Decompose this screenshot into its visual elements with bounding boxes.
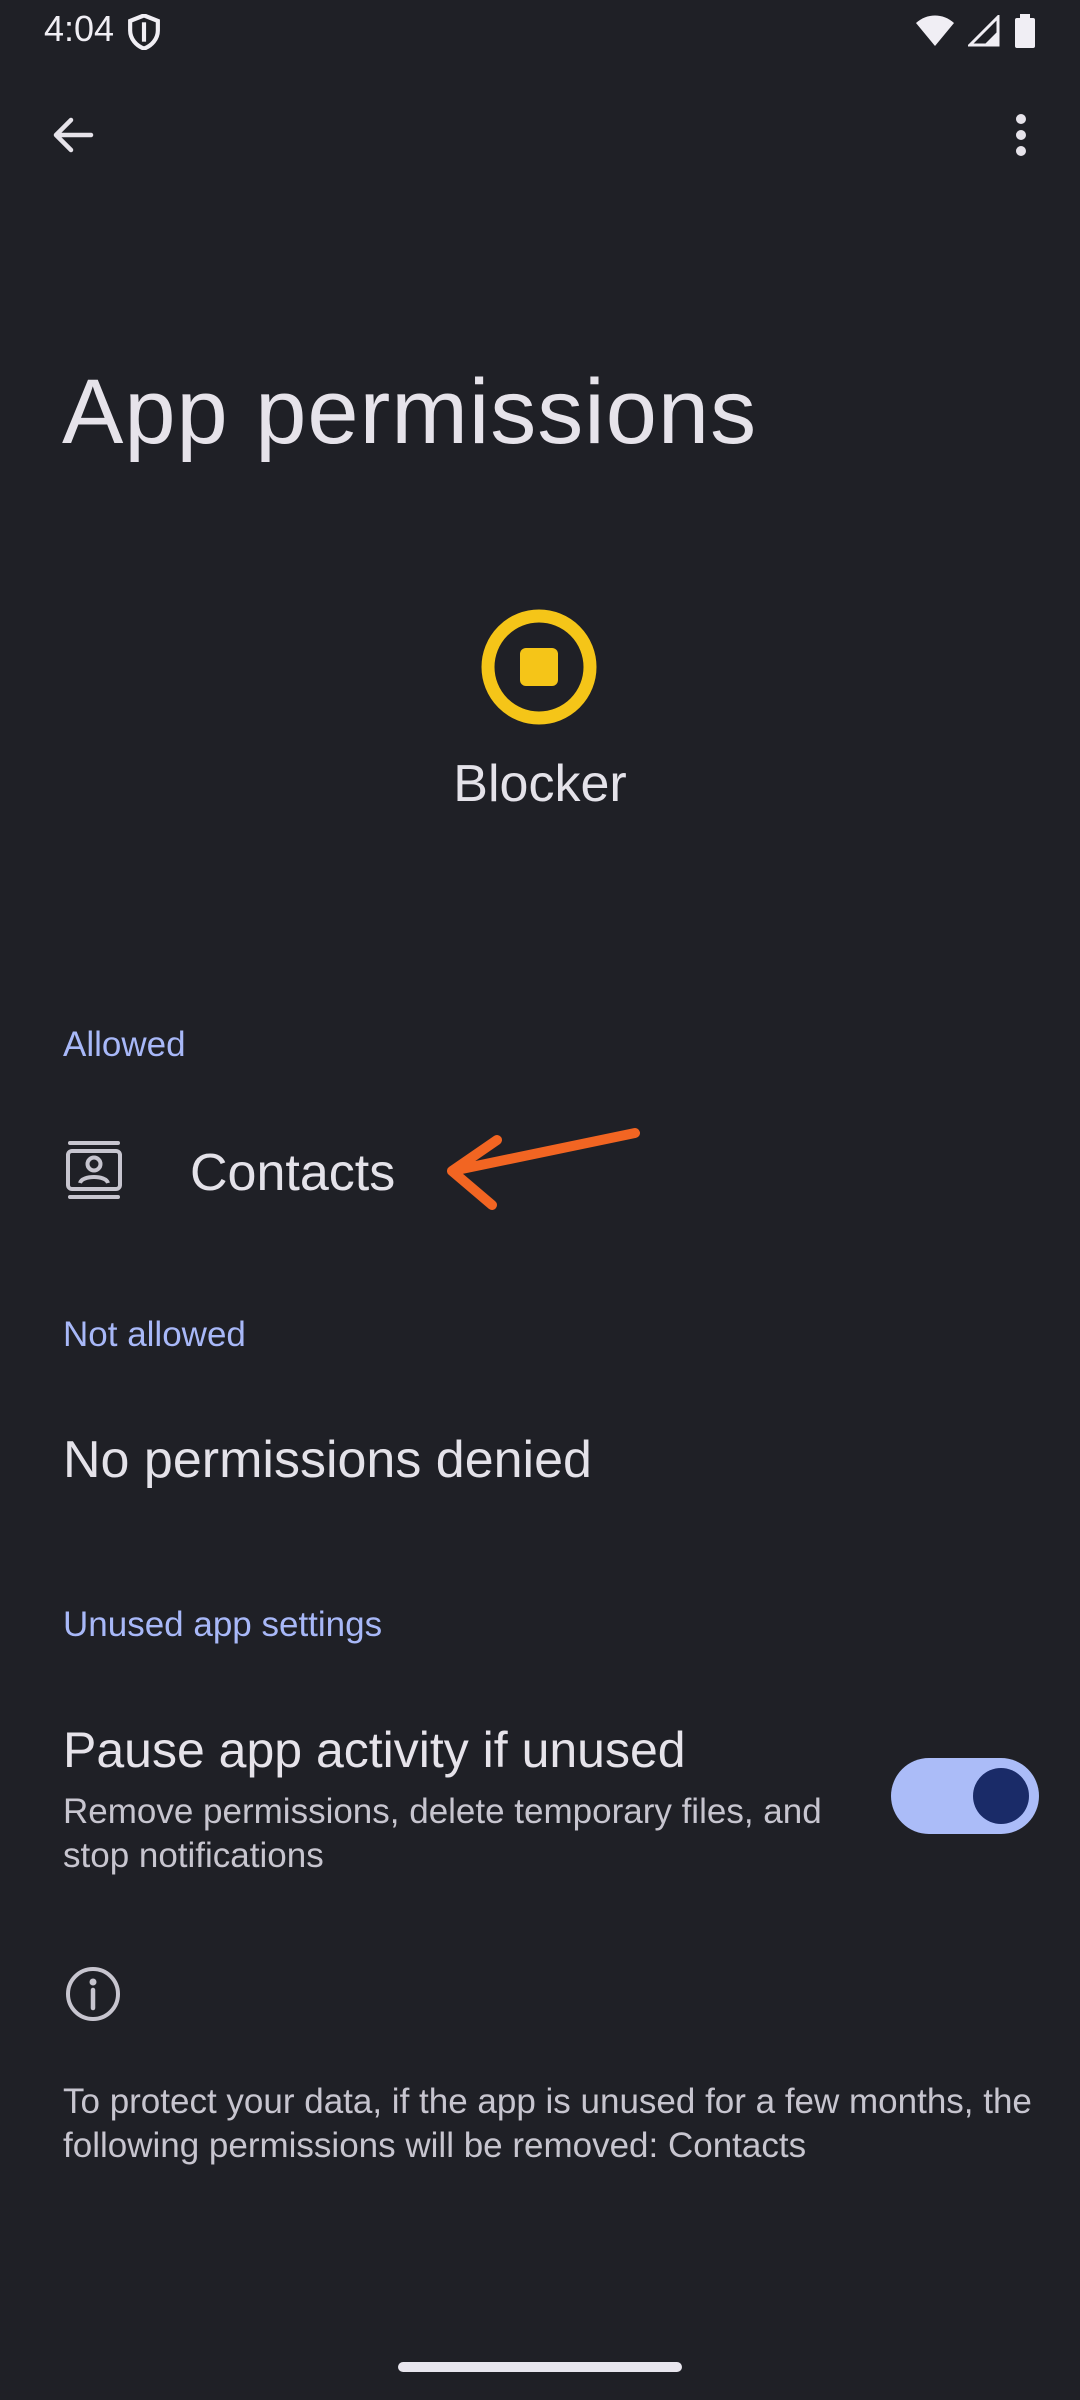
not-allowed-section-header: Not allowed — [63, 1315, 246, 1354]
pause-app-activity-toggle[interactable] — [891, 1758, 1039, 1834]
pause-subtitle: Remove permissions, delete temporary fil… — [63, 1792, 822, 1875]
page-title: App permissions — [62, 361, 758, 463]
wifi-icon — [916, 15, 954, 46]
app-permissions-screen: 4:04 App permissions Blocker Allowed Con… — [0, 0, 1080, 2400]
allowed-section-header: Allowed — [63, 1025, 186, 1064]
status-time: 4:04 — [44, 8, 115, 49]
arrow-back-icon — [53, 117, 94, 153]
contacts-icon — [66, 1141, 122, 1199]
no-permissions-denied-text: No permissions denied — [63, 1431, 592, 1489]
annotation-arrow-icon — [447, 1128, 640, 1210]
unused-settings-section-header: Unused app settings — [63, 1605, 383, 1644]
navigation-handle[interactable] — [398, 2362, 682, 2372]
status-icons — [916, 14, 1036, 48]
battery-icon — [1015, 14, 1035, 48]
app-name: Blocker — [453, 755, 627, 813]
shield-icon — [128, 14, 160, 50]
app-icon — [481, 609, 597, 725]
signal-icon — [968, 15, 1000, 47]
toggle-knob — [973, 1768, 1029, 1824]
more-options-button[interactable] — [986, 100, 1056, 170]
pause-title: Pause app activity if unused — [63, 1722, 686, 1778]
permission-label: Contacts — [190, 1144, 396, 1202]
pause-app-activity-row[interactable]: Pause app activity if unused Remove perm… — [0, 1705, 1080, 1905]
more-vert-icon — [1016, 114, 1026, 156]
info-icon — [66, 1967, 120, 2021]
back-button[interactable] — [38, 100, 108, 170]
info-text: To protect your data, if the app is unus… — [63, 2082, 1032, 2165]
